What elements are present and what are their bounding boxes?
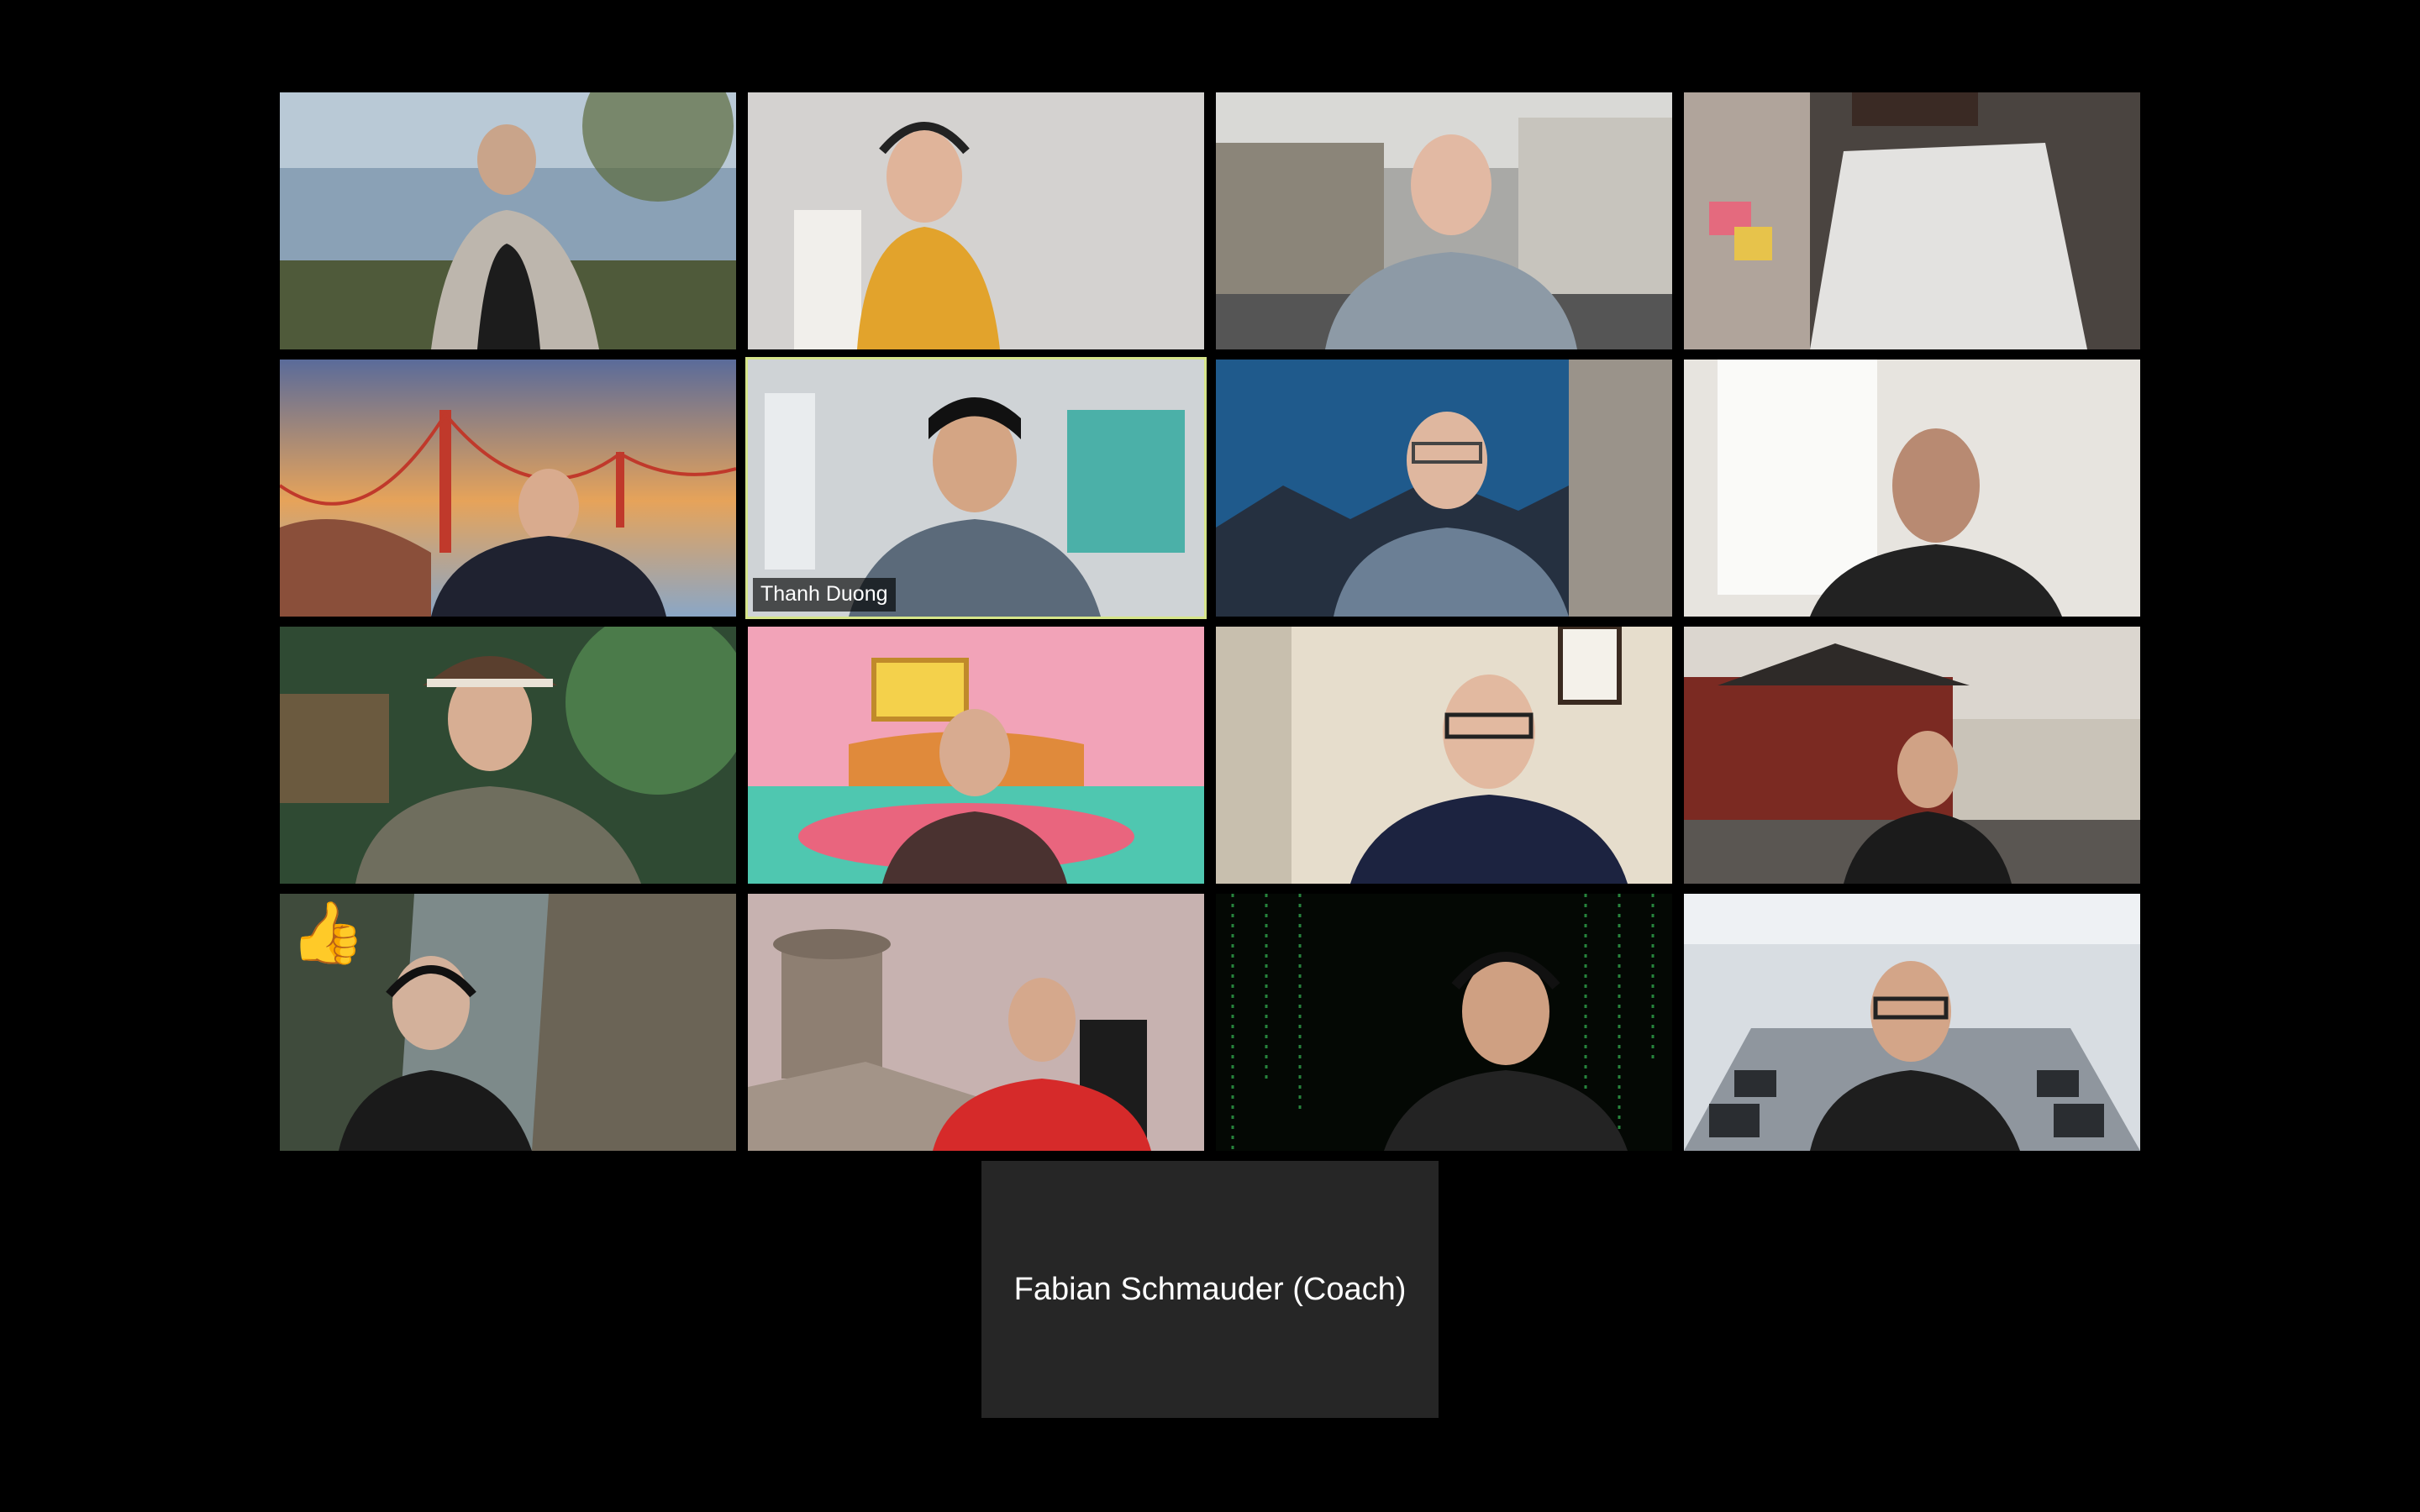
audio-only-participant-tile[interactable]: Fabian Schmauder (Coach)	[981, 1161, 1439, 1418]
participant-name-label: Fabian Schmauder (Coach)	[1013, 1271, 1407, 1307]
participant-video-desert-palace	[748, 894, 1204, 1151]
participant-video-tile[interactable]	[280, 360, 736, 617]
participant-video-golden-gate	[280, 360, 736, 617]
participant-video-tile[interactable]: 👍	[280, 894, 736, 1151]
participant-video-bright-room	[1684, 360, 2140, 617]
participant-video-office-wall	[1684, 92, 2140, 349]
participant-video-tile[interactable]	[1684, 360, 2140, 617]
participant-video-tile[interactable]	[1684, 627, 2140, 884]
thumbs-up-reaction-icon: 👍	[290, 897, 366, 968]
participant-video-mountains	[1216, 360, 1672, 617]
participant-video-tile[interactable]	[280, 627, 736, 884]
participant-name-tag: Thanh Duong	[753, 578, 896, 612]
participant-video-forest	[280, 627, 736, 884]
participant-video-tile[interactable]	[1216, 627, 1672, 884]
participant-video-tile[interactable]	[1216, 360, 1672, 617]
participant-video-temple	[1684, 627, 2140, 884]
participant-video-white-room	[748, 92, 1204, 349]
participant-video-bookshelf-room	[1216, 627, 1672, 884]
participant-video-tile[interactable]	[1216, 894, 1672, 1151]
participant-video-tile[interactable]	[280, 92, 736, 349]
participant-video-tile[interactable]	[1684, 92, 2140, 349]
participant-video-tile-active-speaker[interactable]: Thanh Duong	[745, 357, 1207, 619]
participant-video-cartoon-living-room	[748, 627, 1204, 884]
participant-video-airplane-cabin	[1684, 894, 2140, 1151]
video-grid: Thanh Duong 👍	[280, 92, 2141, 1151]
participant-video-lake	[280, 92, 736, 349]
participant-video-city-square	[1216, 92, 1672, 349]
participant-video-tile[interactable]	[1684, 894, 2140, 1151]
participant-video-tile[interactable]	[748, 627, 1204, 884]
participant-video-tile[interactable]	[748, 894, 1204, 1151]
participant-video-tile[interactable]	[748, 92, 1204, 349]
participant-video-matrix-code	[1216, 894, 1672, 1151]
participant-video-tile[interactable]	[1216, 92, 1672, 349]
